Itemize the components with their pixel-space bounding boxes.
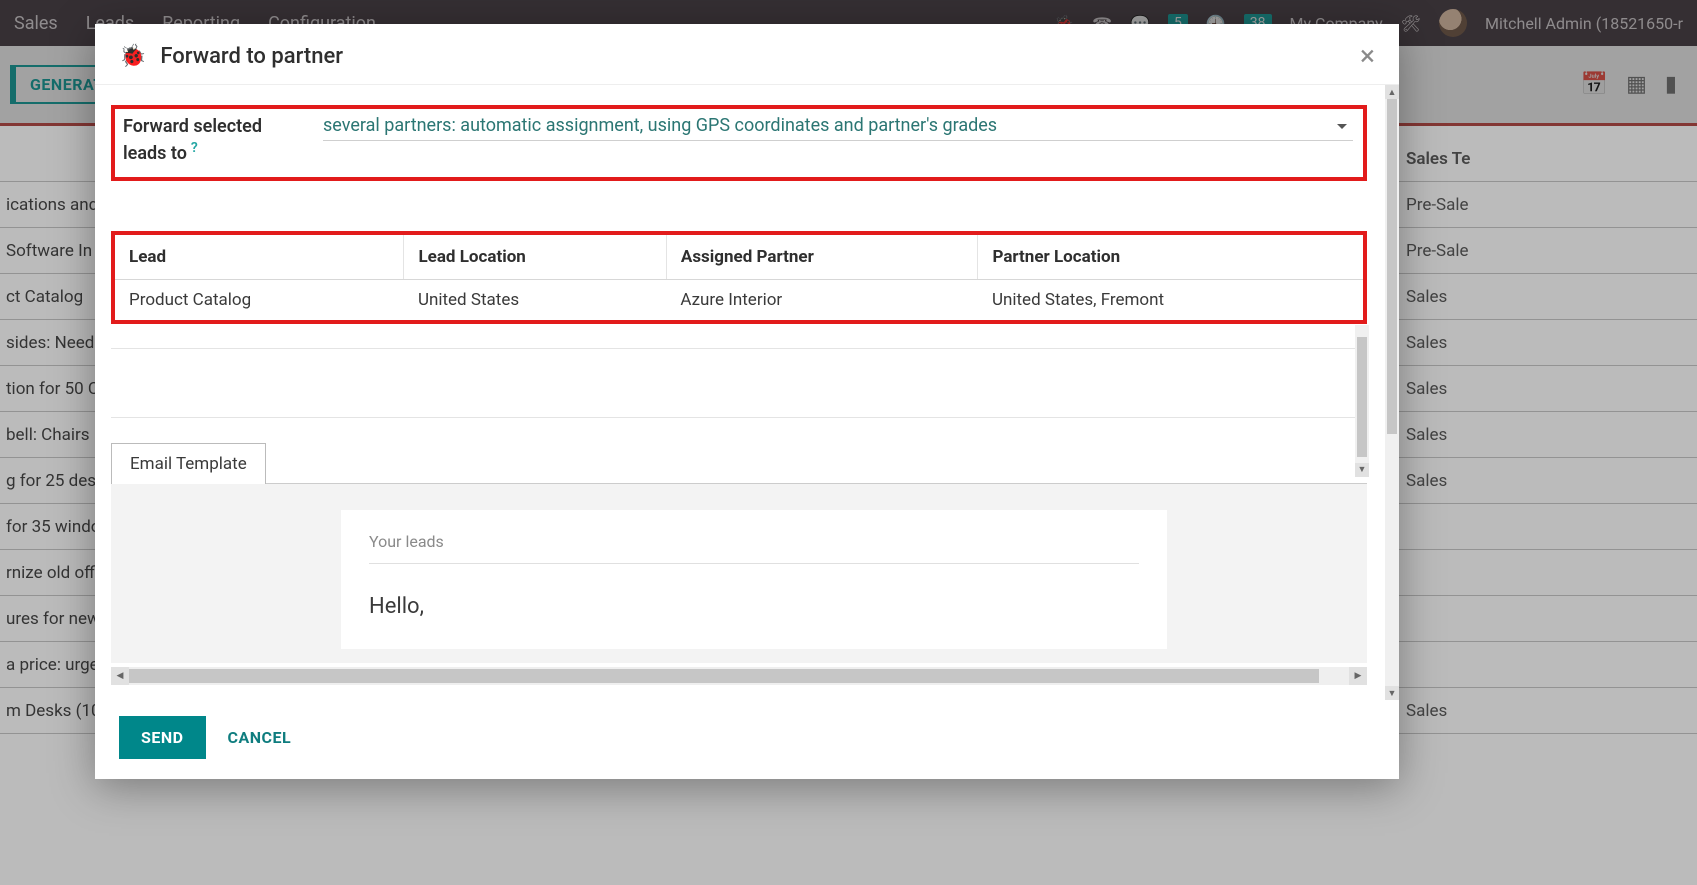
col-partner-location[interactable]: Partner Location	[978, 235, 1363, 280]
email-template-pane: Your leads Hello,	[111, 483, 1367, 663]
inner-scrollbar[interactable]: ▼	[1355, 325, 1369, 475]
cancel-button[interactable]: CANCEL	[228, 728, 292, 747]
scroll-up-icon[interactable]: ▲	[1385, 85, 1399, 99]
close-icon[interactable]: ×	[1360, 42, 1375, 70]
forward-mode-group: Forward selected leads to? several partn…	[111, 105, 1367, 181]
cell-partner-location: United States, Fremont	[978, 279, 1363, 320]
col-assigned-partner[interactable]: Assigned Partner	[666, 235, 978, 280]
chevron-down-icon	[1337, 124, 1347, 134]
modal-footer: SEND CANCEL	[95, 700, 1399, 779]
cell-assigned-partner: Azure Interior	[666, 279, 978, 320]
vertical-scrollbar[interactable]: ▲ ▼	[1385, 85, 1399, 700]
col-lead-location[interactable]: Lead Location	[404, 235, 666, 280]
spacer-area: ▼	[111, 348, 1367, 418]
scrollbar-thumb[interactable]	[129, 669, 1319, 683]
scroll-left-icon[interactable]: ◀	[111, 667, 129, 685]
modal-body: Forward selected leads to? several partn…	[95, 85, 1399, 700]
tabs: Email Template	[111, 442, 1367, 483]
forward-mode-label: Forward selected leads to?	[123, 115, 303, 167]
scroll-down-icon[interactable]: ▼	[1385, 686, 1399, 700]
col-lead[interactable]: Lead	[115, 235, 404, 280]
cell-lead-location: United States	[404, 279, 666, 320]
modal-title: Forward to partner	[160, 44, 343, 69]
forward-modal: 🐞 Forward to partner × Forward selected …	[95, 24, 1399, 779]
modal-header: 🐞 Forward to partner ×	[95, 24, 1399, 85]
forward-mode-select[interactable]: several partners: automatic assignment, …	[323, 115, 1353, 141]
email-body[interactable]: Hello,	[369, 594, 1139, 619]
email-subject[interactable]: Your leads	[369, 532, 1139, 564]
scroll-down-icon[interactable]: ▼	[1355, 463, 1369, 477]
tab-email-template[interactable]: Email Template	[111, 443, 266, 484]
help-icon[interactable]: ?	[191, 140, 198, 156]
scrollbar-thumb[interactable]	[1357, 337, 1367, 457]
send-button[interactable]: SEND	[119, 716, 206, 759]
horizontal-scrollbar[interactable]: ◀ ▶	[111, 667, 1367, 685]
email-card: Your leads Hello,	[341, 510, 1167, 649]
forward-mode-value: several partners: automatic assignment, …	[323, 115, 997, 136]
scroll-right-icon[interactable]: ▶	[1349, 667, 1367, 685]
scrollbar-thumb[interactable]	[1387, 99, 1397, 434]
leads-table: Lead Lead Location Assigned Partner Part…	[115, 235, 1363, 320]
table-row[interactable]: Product Catalog United States Azure Inte…	[115, 279, 1363, 320]
bug-icon[interactable]: 🐞	[119, 44, 146, 69]
leads-table-group: Lead Lead Location Assigned Partner Part…	[111, 231, 1367, 324]
cell-lead: Product Catalog	[115, 279, 404, 320]
